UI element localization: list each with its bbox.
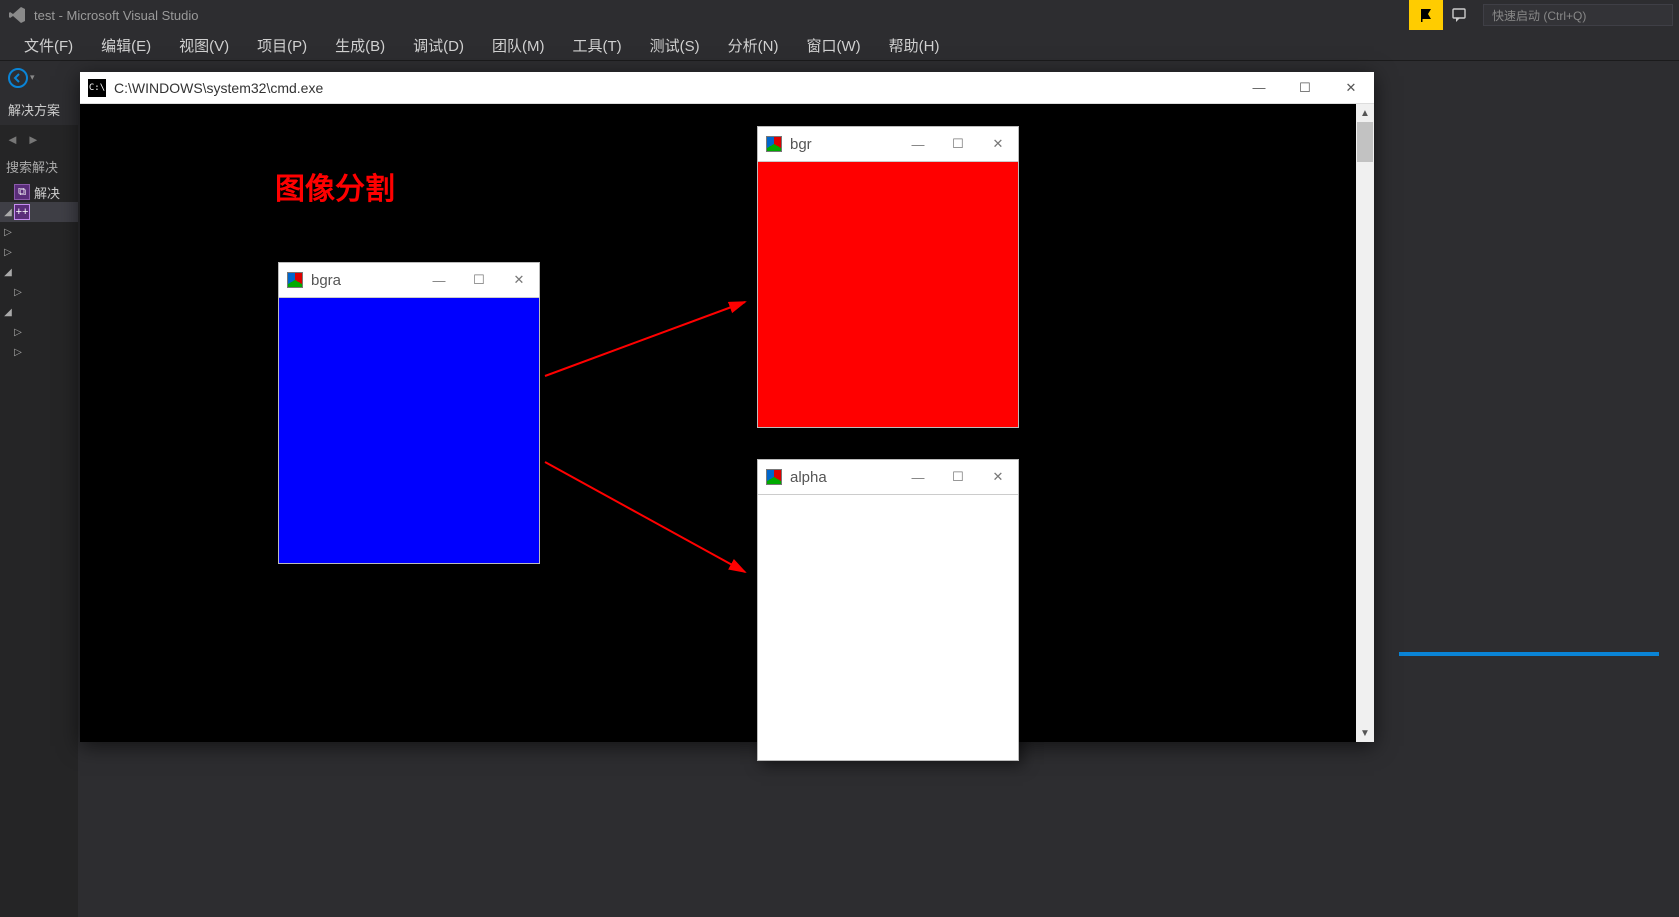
tree-item[interactable]: ◢ — [0, 262, 78, 282]
cv-bgr-close-button[interactable]: ✕ — [978, 127, 1018, 161]
accent-bar — [1399, 652, 1659, 656]
cmd-icon: C:\ — [88, 79, 106, 97]
solution-tree: ⧉ 解决 ◢ ++ ▷ ▷ ◢ ▷ ◢ ▷ ▷ — [0, 180, 78, 364]
cv-window-alpha-title: alpha — [790, 469, 827, 486]
expand-icon[interactable]: ▷ — [2, 247, 14, 258]
cv-window-bgra-titlebar[interactable]: bgra — ☐ ✕ — [279, 263, 539, 297]
expand-icon[interactable]: ▷ — [2, 227, 14, 238]
menu-build[interactable]: 生成(B) — [321, 31, 399, 60]
nav-forward-icon[interactable]: ► — [27, 132, 40, 147]
collapse-icon[interactable]: ◢ — [2, 207, 14, 218]
cv-window-alpha-titlebar[interactable]: alpha — ☐ ✕ — [758, 460, 1018, 494]
solution-explorer-panel: 解决方案 ◄ ► 搜索解决 ⧉ 解决 ◢ ++ ▷ ▷ ◢ ▷ ◢ ▷ ▷ — [0, 94, 78, 917]
opencv-icon — [766, 136, 782, 152]
arrow-bgra-to-bgr — [540, 294, 760, 384]
quick-launch-input[interactable]: 快速启动 (Ctrl+Q) — [1483, 4, 1673, 26]
menu-window[interactable]: 窗口(W) — [792, 31, 874, 60]
cmd-window: C:\ C:\WINDOWS\system32\cmd.exe — ☐ ✕ 图像… — [80, 72, 1374, 742]
menu-tools[interactable]: 工具(T) — [558, 31, 635, 60]
annotation-heading: 图像分割 — [275, 164, 395, 208]
cv-window-bgr-title: bgr — [790, 136, 812, 153]
menu-view[interactable]: 视图(V) — [165, 31, 243, 60]
tree-item[interactable]: ▷ — [0, 322, 78, 342]
opencv-icon — [287, 272, 303, 288]
solution-explorer-toolbar: ◄ ► — [0, 125, 78, 153]
cmd-scrollbar[interactable]: ▲ ▼ — [1356, 104, 1374, 742]
scroll-thumb[interactable] — [1357, 122, 1373, 162]
cmd-minimize-button[interactable]: — — [1236, 72, 1282, 104]
solution-explorer-title: 解决方案 — [0, 94, 78, 125]
cmd-title: C:\WINDOWS\system32\cmd.exe — [114, 80, 323, 96]
menu-project[interactable]: 项目(P) — [243, 31, 321, 60]
nav-back-dropdown-icon[interactable]: ▾ — [30, 72, 35, 83]
cv-alpha-close-button[interactable]: ✕ — [978, 460, 1018, 494]
right-panel-area — [1379, 64, 1679, 917]
menu-test[interactable]: 测试(S) — [636, 31, 714, 60]
vs-menubar: 文件(F) 编辑(E) 视图(V) 项目(P) 生成(B) 调试(D) 团队(M… — [0, 30, 1679, 60]
menu-analyze[interactable]: 分析(N) — [714, 31, 793, 60]
cv-alpha-minimize-button[interactable]: — — [898, 460, 938, 494]
tree-item[interactable]: ▷ — [0, 222, 78, 242]
cv-window-bgra-title: bgra — [311, 272, 341, 289]
quick-launch-placeholder: 快速启动 (Ctrl+Q) — [1492, 7, 1586, 24]
tree-solution-node[interactable]: ⧉ 解决 — [0, 182, 78, 202]
cv-bgra-canvas — [279, 297, 539, 563]
tree-item[interactable]: ▷ — [0, 282, 78, 302]
scroll-down-icon[interactable]: ▼ — [1356, 724, 1374, 742]
app-title: test - Microsoft Visual Studio — [34, 8, 199, 23]
project-icon: ++ — [14, 204, 30, 220]
vs-titlebar: test - Microsoft Visual Studio 快速启动 (Ctr… — [0, 0, 1679, 30]
cv-bgra-maximize-button[interactable]: ☐ — [459, 263, 499, 297]
tree-project-node[interactable]: ◢ ++ — [0, 202, 78, 222]
cv-window-bgra: bgra — ☐ ✕ — [278, 262, 540, 564]
nav-back-icon[interactable]: ◄ — [6, 132, 19, 147]
collapse-icon[interactable]: ◢ — [2, 267, 14, 278]
menu-debug[interactable]: 调试(D) — [399, 31, 478, 60]
arrow-bgra-to-alpha — [540, 454, 760, 584]
menu-team[interactable]: 团队(M) — [478, 31, 559, 60]
cv-bgr-minimize-button[interactable]: — — [898, 127, 938, 161]
cv-window-alpha: alpha — ☐ ✕ — [757, 459, 1019, 761]
cmd-close-button[interactable]: ✕ — [1328, 72, 1374, 104]
menu-help[interactable]: 帮助(H) — [875, 31, 954, 60]
tree-item[interactable]: ▷ — [0, 242, 78, 262]
expand-icon[interactable]: ▷ — [12, 347, 24, 358]
cv-window-bgr: bgr — ☐ ✕ — [757, 126, 1019, 428]
nav-back-button[interactable] — [8, 68, 28, 88]
cv-bgr-canvas — [758, 161, 1018, 427]
cv-bgr-maximize-button[interactable]: ☐ — [938, 127, 978, 161]
tree-item[interactable]: ◢ — [0, 302, 78, 322]
cmd-titlebar[interactable]: C:\ C:\WINDOWS\system32\cmd.exe — ☐ ✕ — [80, 72, 1374, 104]
cmd-maximize-button[interactable]: ☐ — [1282, 72, 1328, 104]
feedback-button[interactable] — [1443, 0, 1477, 30]
solution-explorer-search[interactable]: 搜索解决 — [0, 153, 78, 180]
expand-icon[interactable]: ▷ — [12, 327, 24, 338]
menu-edit[interactable]: 编辑(E) — [87, 31, 165, 60]
opencv-icon — [766, 469, 782, 485]
expand-icon[interactable]: ▷ — [12, 287, 24, 298]
cv-alpha-canvas — [758, 494, 1018, 760]
cv-alpha-maximize-button[interactable]: ☐ — [938, 460, 978, 494]
menu-file[interactable]: 文件(F) — [10, 31, 87, 60]
collapse-icon[interactable]: ◢ — [2, 307, 14, 318]
cv-window-bgr-titlebar[interactable]: bgr — ☐ ✕ — [758, 127, 1018, 161]
cv-bgra-close-button[interactable]: ✕ — [499, 263, 539, 297]
cv-bgra-minimize-button[interactable]: — — [419, 263, 459, 297]
solution-icon: ⧉ — [14, 184, 30, 200]
solution-label: 解决 — [34, 183, 60, 202]
cmd-client-area: 图像分割 bgra — ☐ ✕ bgr — ☐ — [80, 104, 1374, 742]
scroll-up-icon[interactable]: ▲ — [1356, 104, 1374, 122]
tree-item[interactable]: ▷ — [0, 342, 78, 362]
vs-logo-icon — [8, 6, 26, 24]
notifications-flag-button[interactable] — [1409, 0, 1443, 30]
